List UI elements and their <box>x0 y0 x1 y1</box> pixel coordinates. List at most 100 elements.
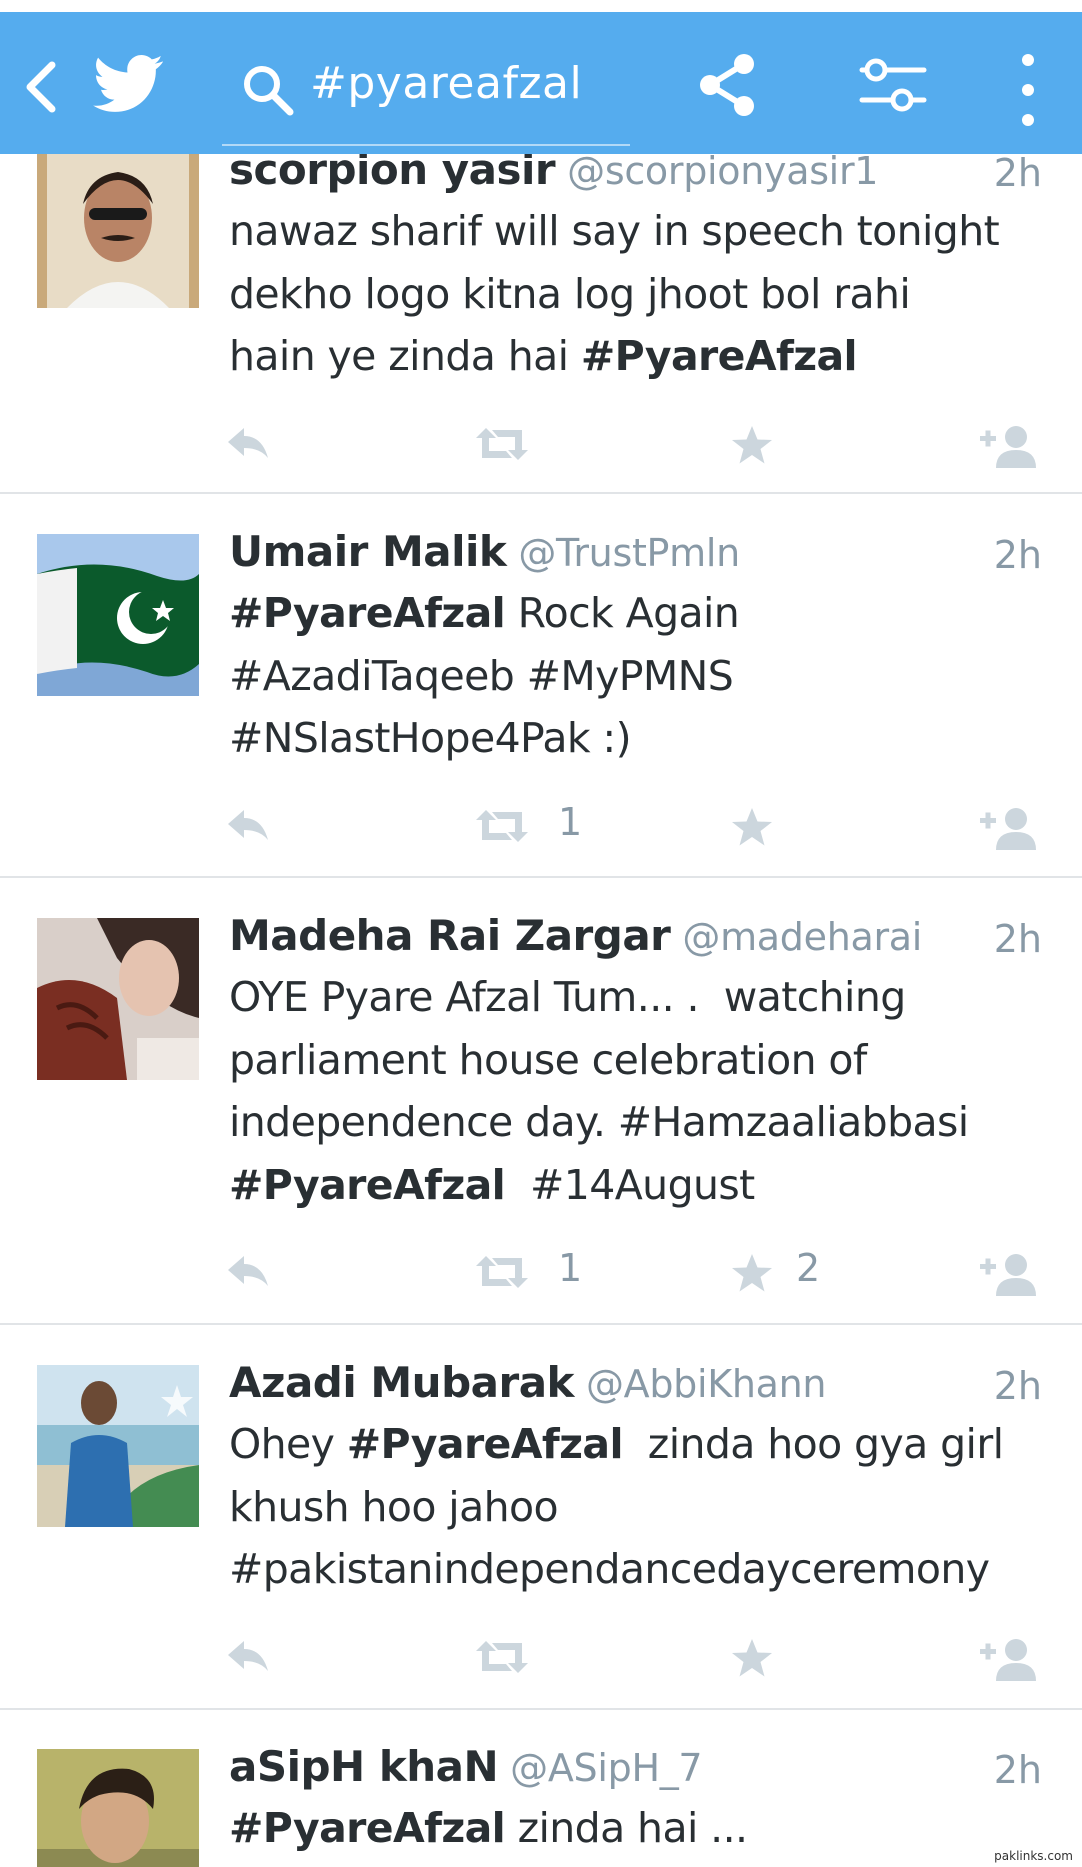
text-segment: parliament house celebration of <box>229 1035 867 1084</box>
twitter-search-screen: scorpion yasir @scorpionyasir1 2h nawaz sha… <box>0 0 1082 1867</box>
follow-icon <box>980 807 1036 850</box>
tweet-timestamp: 2h <box>993 1748 1042 1792</box>
tweet-divider <box>0 492 1082 494</box>
avatar[interactable] <box>37 146 199 308</box>
tweet-text-line: #PyareAfzal Rock Again <box>229 582 1059 645</box>
favorite-button[interactable] <box>730 798 880 858</box>
tweet-text: #PyareAfzal zinda hai ... <box>229 1797 1059 1860</box>
tweet-text-line: khush hoo jahoo <box>229 1476 1059 1539</box>
hashtag-highlight[interactable]: #PyareAfzal <box>229 1161 506 1209</box>
avatar[interactable] <box>37 1365 199 1527</box>
author-name[interactable]: Madeha Rai Zargar <box>229 911 671 960</box>
hashtag-highlight[interactable]: #PyareAfzal <box>229 1804 506 1852</box>
tweet-timestamp: 2h <box>993 151 1042 195</box>
watermark: paklinks.com <box>991 1849 1076 1863</box>
tweet-divider <box>0 1323 1082 1325</box>
twitter-bird-icon[interactable] <box>92 48 166 118</box>
reply-button[interactable] <box>226 1244 286 1304</box>
chevron-left-icon[interactable] <box>20 57 60 117</box>
search-input[interactable]: #pyareafzal <box>222 44 630 146</box>
tweet-text-line: #pakistanindependancedayceremony <box>229 1538 1059 1601</box>
favorite-button[interactable]: 2 <box>730 1244 880 1304</box>
search-icon <box>244 66 294 116</box>
text-segment: khush hoo jahoo <box>229 1482 559 1531</box>
hashtag-highlight[interactable]: #PyareAfzal <box>581 332 858 380</box>
follow-button[interactable] <box>978 1244 1044 1304</box>
search-query-text: #pyareafzal <box>310 58 583 109</box>
star-icon <box>732 807 772 845</box>
author-name[interactable]: Umair Malik <box>229 527 507 576</box>
tweet-text-line: OYE Pyare Afzal Tum... . watching <box>229 966 1059 1029</box>
reply-button[interactable] <box>226 1629 286 1689</box>
tweet-timestamp: 2h <box>993 917 1042 961</box>
retweet-button[interactable] <box>474 416 624 476</box>
avatar[interactable] <box>37 534 199 696</box>
tweet-text-line: independence day. #Hamzaaliabbasi <box>229 1091 1059 1154</box>
reply-button[interactable] <box>226 798 286 858</box>
reply-icon <box>228 427 268 458</box>
tweet-header: Umair Malik @TrustPmln <box>229 527 1042 587</box>
reply-button[interactable] <box>226 416 286 476</box>
text-segment: zinda hai ... <box>505 1804 749 1852</box>
author-handle[interactable]: @ASipH_7 <box>510 1746 702 1790</box>
author-handle[interactable]: @AbbiKhann <box>586 1362 827 1406</box>
tweet-text-line: Ohey #PyareAfzal zinda hoo gya girl <box>229 1413 1059 1476</box>
tweet-divider <box>0 876 1082 878</box>
tweet-header: scorpion yasir @scorpionyasir1 <box>229 145 1042 205</box>
star-icon <box>732 1638 772 1676</box>
follow-button[interactable] <box>978 1629 1044 1689</box>
retweet-icon <box>476 427 528 460</box>
tweet-text-line: hain ye zinda hai #PyareAfzal <box>229 325 1059 388</box>
reply-icon <box>228 809 268 840</box>
favorite-button[interactable] <box>730 1629 880 1689</box>
filter-sliders-icon[interactable] <box>858 54 928 116</box>
reply-icon <box>228 1640 268 1671</box>
avatar[interactable] <box>37 918 199 1080</box>
tweet-actions <box>0 416 1082 476</box>
retweet-count: 1 <box>558 1246 583 1290</box>
text-segment: #pakistanindependancedayceremony <box>229 1545 990 1593</box>
share-icon[interactable] <box>696 50 758 120</box>
text-segment: nawaz sharif will say in speech tonight <box>229 207 1000 255</box>
tweet-text-line: parliament house celebration of <box>229 1029 1059 1092</box>
avatar[interactable] <box>37 1749 199 1867</box>
follow-button[interactable] <box>978 798 1044 858</box>
tweet-divider <box>0 1708 1082 1710</box>
text-segment: hain ye zinda hai <box>229 332 581 380</box>
tweet-text-line: #PyareAfzal #14August <box>229 1154 1059 1217</box>
text-segment: Ohey <box>229 1420 347 1468</box>
tweet-header: aSipH khaN @ASipH_7 <box>229 1742 1042 1802</box>
author-handle[interactable]: @TrustPmln <box>518 531 740 575</box>
tweet-text-line: #PyareAfzal zinda hai ... <box>229 1797 1059 1860</box>
tweet-text: Ohey #PyareAfzal zinda hoo gya girl khush… <box>229 1413 1059 1601</box>
hashtag-highlight[interactable]: #PyareAfzal <box>229 589 506 637</box>
text-segment: dekho logo kitna log jhoot bol rahi <box>229 269 911 318</box>
tweet-text: #PyareAfzal Rock Again #AzadiTaqeeb #MyPM… <box>229 582 1059 770</box>
star-icon <box>732 1254 772 1292</box>
text-segment: OYE Pyare Afzal Tum... . watching <box>229 973 906 1021</box>
author-name[interactable]: aSipH khaN <box>229 1742 499 1791</box>
retweet-button[interactable]: 1 <box>474 1244 624 1304</box>
retweet-icon <box>476 1256 528 1288</box>
tweet-timestamp: 2h <box>993 533 1042 577</box>
overflow-menu-icon[interactable] <box>1010 50 1046 130</box>
retweet-button[interactable] <box>474 1629 624 1689</box>
retweet-count: 1 <box>558 799 583 844</box>
author-handle[interactable]: @madeharai <box>682 915 922 959</box>
follow-button[interactable] <box>978 416 1044 476</box>
tweet-text-line: dekho logo kitna log jhoot bol rahi <box>229 263 1059 326</box>
retweet-button[interactable]: 1 <box>474 798 624 858</box>
author-handle[interactable]: @scorpionyasir1 <box>567 149 878 193</box>
hashtag-highlight[interactable]: #PyareAfzal <box>347 1420 624 1468</box>
tweet-text-line: #NSlastHope4Pak :) <box>229 707 1059 770</box>
tweet-timestamp: 2h <box>993 1364 1042 1408</box>
tweet-header: Madeha Rai Zargar @madeharai <box>229 911 1042 971</box>
author-name[interactable]: Azadi Mubarak <box>229 1358 574 1407</box>
retweet-icon <box>476 809 528 842</box>
tweet-actions: 12 <box>0 1244 1082 1304</box>
follow-icon <box>980 1254 1036 1296</box>
follow-icon <box>980 425 1036 468</box>
favorite-button[interactable] <box>730 416 880 476</box>
tweet-text: OYE Pyare Afzal Tum... . watching parliam… <box>229 966 1059 1216</box>
text-segment: #NSlastHope4Pak :) <box>229 714 632 762</box>
